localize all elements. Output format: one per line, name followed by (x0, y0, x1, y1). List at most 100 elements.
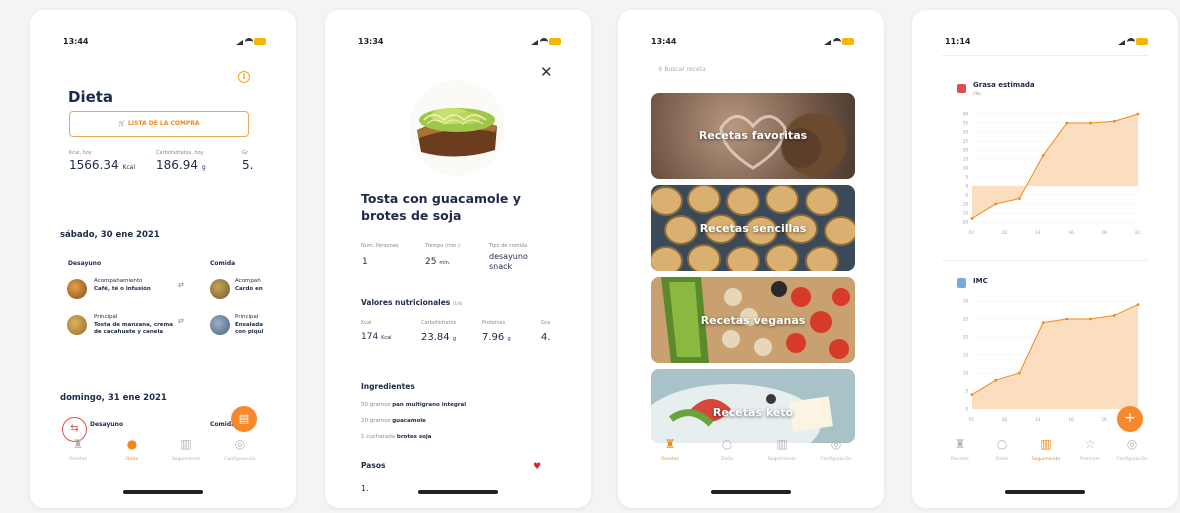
recipe-category-card[interactable]: Recetas veganas (651, 277, 855, 363)
meal-item[interactable]: Principal Ensalada con piqui (235, 314, 275, 336)
chef-hat-icon: ♜ (954, 437, 966, 451)
tab-bar: ♜ Recetas ○ Dieta ▥ Seguimiento ◎ Configurac… (618, 438, 884, 472)
kcal-label: Kcal. hoy (69, 150, 92, 156)
tab-recipes[interactable]: ♜ Recetas (56, 438, 100, 463)
persons-label: Num. Personas (361, 243, 399, 249)
tab-diet[interactable]: ○ Dieta (705, 438, 749, 463)
swap-icon[interactable]: ⇄ (178, 317, 184, 325)
tab-recipes[interactable]: ♜ Recetas (938, 437, 982, 463)
x-tick-label: 07. (969, 417, 975, 422)
home-indicator (711, 490, 791, 494)
close-icon[interactable]: ✕ (540, 63, 553, 81)
y-tick-label: 30 (963, 299, 969, 304)
info-icon[interactable]: i (238, 71, 250, 83)
tab-tracking[interactable]: ▥ Seguimiento (760, 438, 804, 463)
meal-item[interactable]: Acompañamiento Café, té o infusión (94, 278, 164, 292)
steps-title: Pasos (361, 461, 386, 470)
recipe-category-card[interactable]: Recetas favoritas (651, 93, 855, 179)
plus-icon: + (1124, 410, 1136, 426)
data-point (1041, 321, 1045, 324)
data-point (994, 378, 998, 382)
apple-icon: ● (126, 437, 138, 451)
swap-icon[interactable]: ⇄ (178, 281, 184, 289)
tab-tracking[interactable]: ▥ Seguimiento (1024, 438, 1068, 463)
data-point (1089, 317, 1092, 321)
carbs-value: 23.84 g (421, 332, 457, 343)
status-time: 13:44 (651, 37, 677, 46)
day-heading: sábado, 30 ene 2021 (60, 230, 160, 240)
kcal-value: 1566.34 Kcal (69, 158, 136, 172)
y-tick-label: 5 (965, 389, 968, 394)
heart-icon[interactable]: ♥ (533, 462, 541, 472)
nutrition-title: Valores nutricionales (1/4) (361, 298, 463, 307)
third-label: Gr (242, 150, 248, 156)
status-bar: 13:44 (63, 37, 266, 49)
status-icons (236, 38, 266, 46)
fat-label: Gra (541, 320, 550, 326)
bmi-icon (957, 278, 966, 288)
time-value: 25 min. (425, 257, 451, 267)
recipe-title: Tosta con guacamole y brotes de soja (361, 191, 521, 223)
x-tick-label: 07. (969, 230, 975, 235)
ingredient-item: 1 cucharada brotes soja (361, 434, 432, 440)
data-point (994, 202, 998, 206)
apple-icon: ○ (996, 437, 1008, 451)
carbs-label: Carbohidratos. hoy (156, 150, 204, 156)
x-tick-label: 19. (1102, 417, 1108, 422)
meal-item[interactable]: Acompañ Cardo en (235, 278, 275, 292)
tab-tracking[interactable]: ▥ Seguimiento (164, 438, 208, 463)
tab-diet[interactable]: ○ Dieta (980, 437, 1024, 463)
tab-recipes[interactable]: ♜ Recetas (648, 437, 692, 463)
clipboard-icon: ▤ (238, 412, 250, 425)
chart-title: IMC (973, 277, 988, 285)
divider (942, 55, 1148, 56)
y-tick-label: 35 (963, 121, 969, 126)
tab-bar: ♜ Recetas ● Dieta ▥ Seguimiento ◎ Configurac… (30, 438, 296, 472)
ingredient-item: 50 gramos pan multigrano integral (361, 402, 467, 408)
data-point (1089, 121, 1092, 125)
clipboard-button[interactable]: ▤ (231, 406, 257, 432)
y-tick-label: 10 (963, 166, 969, 171)
status-time: 11:14 (945, 37, 971, 46)
recipe-category-card[interactable]: Recetas keto (651, 369, 855, 443)
chef-hat-icon: ♜ (664, 437, 676, 451)
kcal-label: Kcal (361, 320, 372, 326)
data-point (1041, 154, 1045, 157)
data-point (1065, 121, 1069, 125)
carbs-value: 186.94 g (156, 158, 206, 172)
tab-diet[interactable]: ● Dieta (110, 437, 154, 463)
y-tick-label: -10 (961, 202, 968, 207)
shopping-list-button[interactable]: 🛒 LISTA DE LA COMPRA (69, 111, 249, 137)
data-point (1136, 112, 1140, 116)
ingredients-title: Ingredientes (361, 382, 415, 391)
status-icons (1118, 38, 1148, 46)
meal-item[interactable]: Principal Tosta de manzana, crema de cac… (94, 314, 174, 336)
status-icons (824, 38, 854, 46)
data-point (1018, 371, 1021, 375)
tab-settings[interactable]: ◎ Configuración (814, 438, 858, 463)
meal-heading: Desayuno (90, 421, 124, 428)
card-title: Recetas sencillas (699, 222, 807, 235)
tab-settings[interactable]: ◎ Configuración (218, 438, 262, 463)
status-bar: 13:34 (358, 37, 561, 49)
tab-premium[interactable]: ☆ Premium (1068, 437, 1112, 463)
scale-icon (957, 84, 966, 93)
add-button[interactable]: + (1117, 406, 1143, 432)
tab-settings[interactable]: ◎ Configuración (1110, 438, 1154, 463)
y-tick-label: 20 (963, 335, 969, 340)
type-label: Tipo de comida (489, 243, 528, 249)
data-point (1136, 303, 1140, 306)
protein-value: 7.96 g (482, 332, 511, 343)
recipe-category-card[interactable]: Recetas sencillas (651, 185, 855, 271)
star-icon: ☆ (1084, 437, 1096, 451)
meal-heading: Comida (210, 260, 236, 267)
data-point (1112, 119, 1116, 123)
page-title: Dieta (68, 88, 114, 106)
y-tick-label: 40 (963, 112, 969, 117)
screen-diet: 13:44 i Dieta 🛒 LISTA DE LA COMPRA Kcal.… (30, 10, 296, 508)
status-bar: 11:14 (945, 37, 1148, 49)
y-tick-label: 10 (963, 371, 969, 376)
y-tick-label: 25 (963, 317, 969, 322)
y-tick-label: -20 (961, 220, 968, 225)
search-input[interactable]: ⚲ Buscar receta (658, 66, 848, 80)
